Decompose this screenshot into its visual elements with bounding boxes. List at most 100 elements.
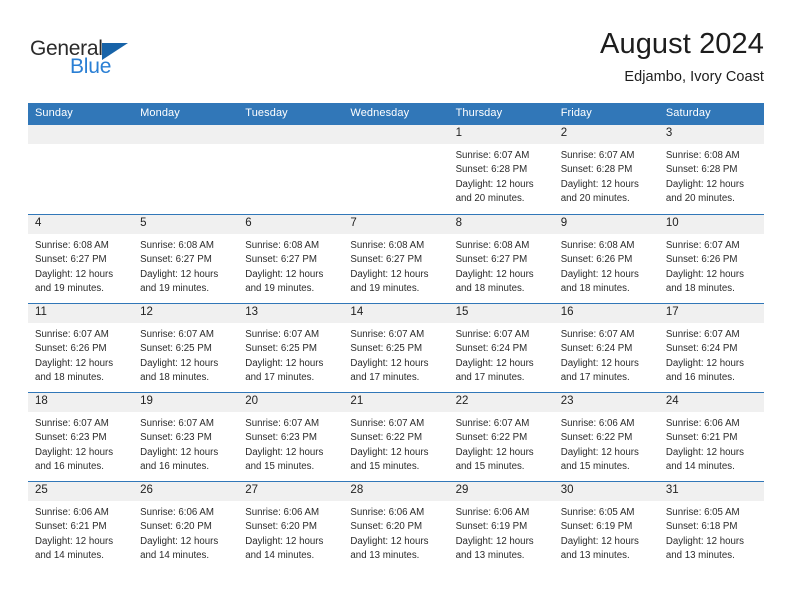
daylight-text-line2: and 17 minutes. [455, 372, 525, 384]
daylight-text-line1: Daylight: 12 hours [560, 446, 639, 458]
daylight-text-line1: Daylight: 12 hours [245, 535, 324, 547]
sunrise-text: Sunrise: 6:07 AM [455, 150, 530, 161]
daylight-text-line1: Daylight: 12 hours [35, 268, 114, 280]
day-number: 7 [350, 217, 357, 229]
calendar-day-cell[interactable]: 12 Sunrise: 6:07 AM Sunset: 6:25 PM Dayligh… [133, 304, 239, 392]
calendar-day-cell[interactable]: 18 Sunrise: 6:07 AM Sunset: 6:23 PM Dayligh… [28, 393, 134, 481]
day-number: 28 [350, 484, 364, 496]
sunrise-text: Sunrise: 6:08 AM [665, 150, 740, 161]
calendar-day-cell[interactable]: 27 Sunrise: 6:06 AM Sunset: 6:20 PM Dayligh… [238, 482, 344, 570]
day-number-band: 28 [343, 482, 449, 501]
day-number: 25 [35, 484, 48, 496]
daylight-text-line1: Daylight: 12 hours [665, 357, 744, 369]
day-number-band: 8 [448, 215, 554, 234]
day-number: 10 [665, 217, 679, 229]
sunset-text: Sunset: 6:22 PM [560, 432, 633, 444]
day-number-band: 7 [343, 215, 449, 234]
day-number-band: 31 [658, 482, 764, 501]
daylight-text-line2: and 15 minutes. [245, 461, 315, 473]
calendar-day-cell[interactable]: 28 Sunrise: 6:06 AM Sunset: 6:20 PM Dayligh… [343, 482, 449, 570]
calendar-day-cell[interactable]: 1 Sunrise: 6:07 AM Sunset: 6:28 PM Daylight… [448, 125, 554, 214]
daylight-text-line2: and 17 minutes. [560, 372, 630, 384]
calendar-day-cell[interactable]: 8 Sunrise: 6:08 AM Sunset: 6:27 PM Daylight… [448, 215, 554, 303]
day-sun-details: Sunrise: 6:07 AM Sunset: 6:22 PM Daylight:… [343, 412, 448, 474]
sunset-text: Sunset: 6:22 PM [455, 432, 528, 444]
sunset-text: Sunset: 6:27 PM [350, 254, 423, 266]
sunrise-text: Sunrise: 6:07 AM [140, 418, 214, 429]
calendar-day-cell[interactable]: 16 Sunrise: 6:07 AM Sunset: 6:24 PM Dayligh… [553, 304, 659, 392]
calendar-day-cell[interactable]: 14 Sunrise: 6:07 AM Sunset: 6:25 PM Dayligh… [343, 304, 449, 392]
daylight-text-line1: Daylight: 12 hours [560, 178, 639, 190]
day-number: 6 [245, 217, 252, 229]
calendar-day-cell[interactable]: 3 Sunrise: 6:08 AM Sunset: 6:28 PM Daylight… [658, 125, 764, 214]
calendar-day-cell[interactable]: 10 Sunrise: 6:07 AM Sunset: 6:26 PM Dayligh… [658, 215, 764, 303]
page-masthead: General Blue August 2024 Edjambo, Ivory … [28, 28, 764, 100]
calendar-day-cell[interactable]: 9 Sunrise: 6:08 AM Sunset: 6:26 PM Daylight… [553, 215, 659, 303]
calendar-day-cell[interactable]: 13 Sunrise: 6:07 AM Sunset: 6:25 PM Dayligh… [238, 304, 344, 392]
sunset-text: Sunset: 6:21 PM [665, 432, 738, 444]
daylight-text-line1: Daylight: 12 hours [560, 357, 639, 369]
calendar-day-cell[interactable]: 7 Sunrise: 6:08 AM Sunset: 6:27 PM Daylight… [343, 215, 449, 303]
calendar-day-cell[interactable]: 19 Sunrise: 6:07 AM Sunset: 6:23 PM Dayligh… [133, 393, 239, 481]
sunset-text: Sunset: 6:23 PM [245, 432, 317, 444]
calendar-day-cell[interactable]: 6 Sunrise: 6:08 AM Sunset: 6:27 PM Daylight… [238, 215, 344, 303]
calendar-day-cell[interactable]: 5 Sunrise: 6:08 AM Sunset: 6:27 PM Daylight… [133, 215, 239, 303]
daylight-text-line2: and 20 minutes. [455, 193, 525, 205]
calendar-day-cell[interactable]: 24 Sunrise: 6:06 AM Sunset: 6:21 PM Dayligh… [658, 393, 764, 481]
day-number [343, 125, 448, 128]
day-number-band [28, 125, 134, 144]
day-number: 13 [245, 306, 259, 318]
calendar-day-cell[interactable]: 31 Sunrise: 6:05 AM Sunset: 6:18 PM Dayligh… [658, 482, 764, 570]
day-number: 27 [245, 484, 259, 496]
calendar-day-cell[interactable]: 20 Sunrise: 6:07 AM Sunset: 6:23 PM Dayligh… [238, 393, 344, 481]
sunset-text: Sunset: 6:28 PM [560, 164, 633, 176]
sunset-text: Sunset: 6:23 PM [140, 432, 212, 444]
calendar-body: 1 Sunrise: 6:07 AM Sunset: 6:28 PM Daylight… [28, 125, 764, 570]
day-number: 2 [560, 127, 568, 139]
day-sun-details: Sunrise: 6:07 AM Sunset: 6:25 PM Daylight:… [238, 323, 343, 385]
calendar-day-cell[interactable]: 21 Sunrise: 6:07 AM Sunset: 6:22 PM Dayligh… [343, 393, 449, 481]
calendar-day-cell[interactable]: 29 Sunrise: 6:06 AM Sunset: 6:19 PM Dayligh… [448, 482, 554, 570]
daylight-text-line2: and 13 minutes. [560, 550, 630, 562]
sunset-text: Sunset: 6:26 PM [665, 254, 738, 266]
calendar-day-cell[interactable]: 2 Sunrise: 6:07 AM Sunset: 6:28 PM Daylight… [553, 125, 659, 214]
day-number: 30 [560, 484, 574, 496]
calendar-day-cell[interactable]: 4 Sunrise: 6:08 AM Sunset: 6:27 PM Daylight… [28, 215, 134, 303]
daylight-text-line2: and 20 minutes. [665, 193, 735, 205]
calendar-day-cell[interactable]: 11 Sunrise: 6:07 AM Sunset: 6:26 PM Dayligh… [28, 304, 134, 392]
calendar-day-cell[interactable]: 15 Sunrise: 6:07 AM Sunset: 6:24 PM Dayligh… [448, 304, 554, 392]
daylight-text-line1: Daylight: 12 hours [35, 535, 114, 547]
calendar-day-cell[interactable]: 17 Sunrise: 6:07 AM Sunset: 6:24 PM Dayligh… [658, 304, 764, 392]
calendar-day-cell[interactable]: 23 Sunrise: 6:06 AM Sunset: 6:22 PM Dayligh… [553, 393, 659, 481]
calendar-day-cell[interactable]: 22 Sunrise: 6:07 AM Sunset: 6:22 PM Dayligh… [448, 393, 554, 481]
sunset-text: Sunset: 6:27 PM [455, 254, 528, 266]
daylight-text-line2: and 14 minutes. [665, 461, 735, 473]
daylight-text-line1: Daylight: 12 hours [245, 268, 324, 280]
day-number: 3 [665, 127, 673, 139]
day-number: 1 [455, 127, 462, 139]
day-number-band: 26 [133, 482, 239, 501]
calendar-day-cell[interactable]: 25 Sunrise: 6:06 AM Sunset: 6:21 PM Dayligh… [28, 482, 134, 570]
general-blue-logo[interactable]: General Blue [30, 38, 128, 77]
calendar-week-row: 4 Sunrise: 6:08 AM Sunset: 6:27 PM Daylight… [28, 214, 764, 303]
sunset-text: Sunset: 6:22 PM [350, 432, 423, 444]
day-number [133, 125, 238, 128]
daylight-text-line1: Daylight: 12 hours [140, 357, 219, 369]
sunset-text: Sunset: 6:18 PM [665, 521, 738, 533]
sunset-text: Sunset: 6:24 PM [455, 343, 528, 355]
day-sun-details: Sunrise: 6:06 AM Sunset: 6:21 PM Daylight:… [28, 501, 133, 563]
daylight-text-line2: and 19 minutes. [140, 283, 210, 295]
daylight-text-line2: and 13 minutes. [665, 550, 735, 562]
day-number-band: 13 [238, 304, 344, 323]
weekday-header-sunday: Sunday [35, 107, 73, 119]
sunrise-text: Sunrise: 6:07 AM [245, 329, 320, 340]
day-number-band [238, 125, 344, 144]
calendar-day-cell[interactable]: 30 Sunrise: 6:05 AM Sunset: 6:19 PM Dayligh… [553, 482, 659, 570]
daylight-text-line1: Daylight: 12 hours [455, 446, 534, 458]
calendar-day-cell-empty [343, 125, 449, 214]
daylight-text-line2: and 19 minutes. [35, 283, 104, 295]
calendar-day-cell[interactable]: 26 Sunrise: 6:06 AM Sunset: 6:20 PM Dayligh… [133, 482, 239, 570]
day-number: 19 [140, 395, 153, 407]
daylight-text-line2: and 13 minutes. [455, 550, 525, 562]
sunrise-text: Sunrise: 6:07 AM [35, 418, 109, 429]
